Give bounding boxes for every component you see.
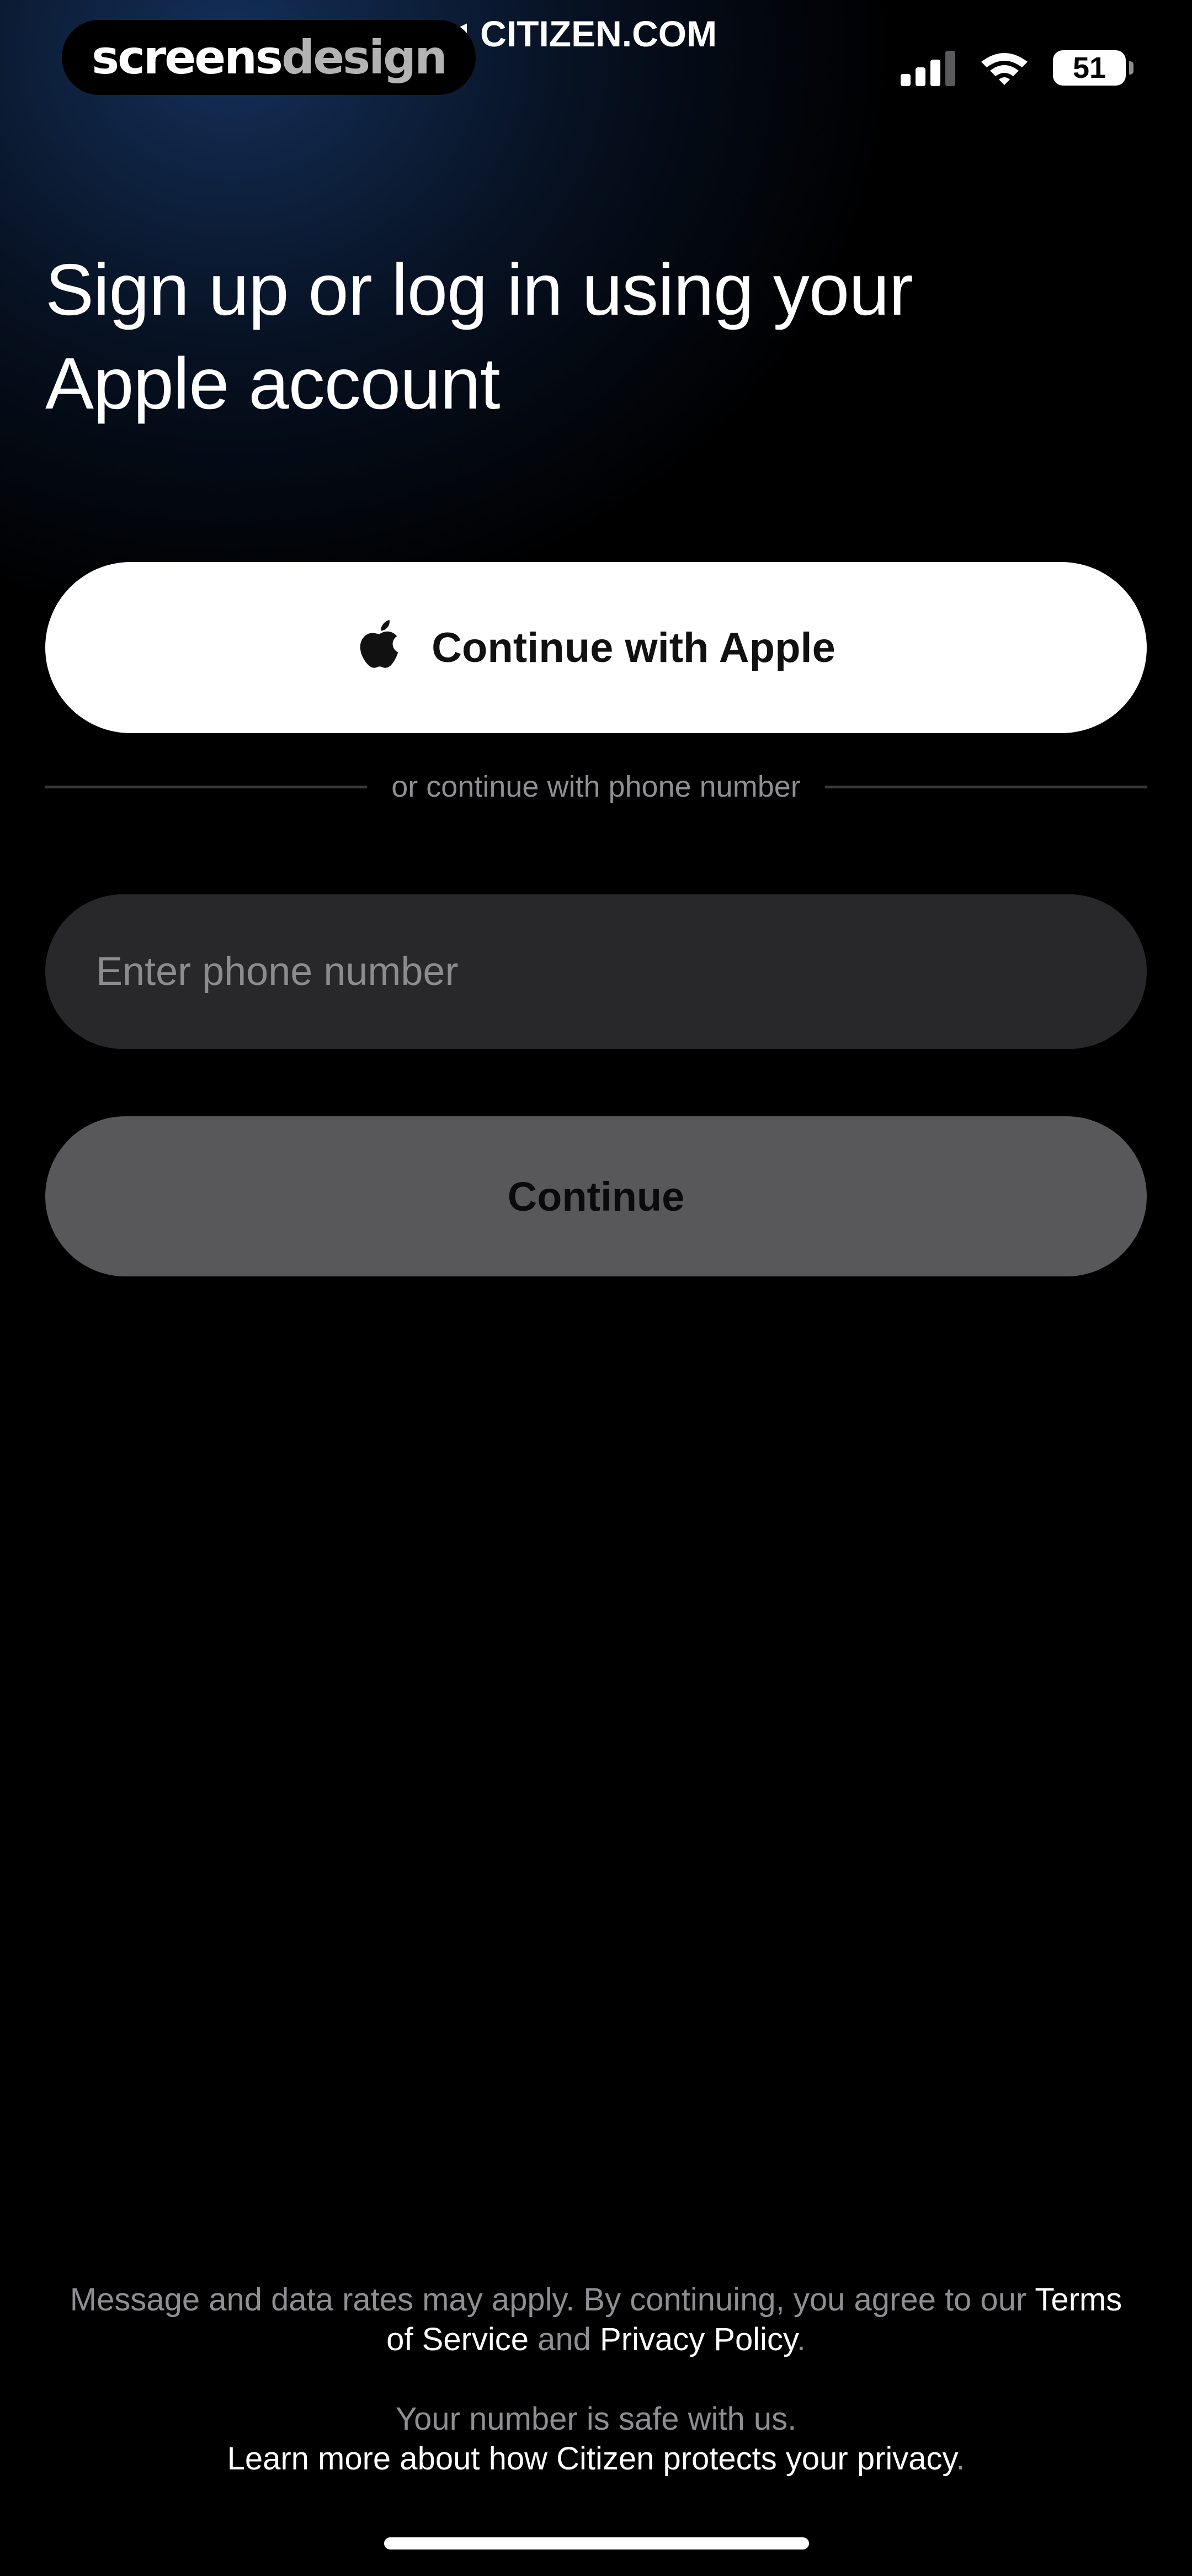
continue-with-apple-button[interactable]: Continue with Apple [45,562,1147,733]
divider-line-left [45,785,368,788]
legal-and-text: and [529,2321,600,2357]
screensdesign-watermark: screens design [62,20,476,95]
legal-period: . [796,2321,806,2357]
page-title: Sign up or log in using your Apple accou… [45,249,913,424]
battery-icon: 51 [1053,50,1134,86]
legal-disclaimer: Message and data rates may apply. By con… [55,2280,1137,2360]
or-divider: or continue with phone number [45,762,1147,812]
continue-button[interactable]: Continue [45,1116,1147,1276]
citizen-sign-in-screen: screensdesign ◀ CITIZEN.COM 51 Sign up o… [0,0,1192,2576]
continue-with-apple-label: Continue with Apple [432,624,836,671]
learn-more-privacy-link[interactable]: Learn more about how Citizen protects yo… [227,2441,956,2477]
legal-disclaimer-text: Message and data rates may apply. By con… [70,2282,1035,2318]
phone-number-field[interactable] [45,894,1147,1049]
watermark-secondary: design [281,30,448,84]
cellular-signal-icon [901,51,955,86]
wifi-icon [981,53,1028,85]
legal-notice: Message and data rates may apply. By con… [55,2280,1137,2479]
privacy-learn-more: Learn more about how Citizen protects yo… [55,2439,1137,2479]
status-indicators: 51 [901,43,1134,93]
watermark-primary: screens [92,30,283,84]
phone-number-input[interactable] [96,949,1089,994]
privacy-policy-link[interactable]: Privacy Policy [600,2321,797,2357]
back-to-citizen-link[interactable]: ◀ CITIZEN.COM [441,9,717,59]
apple-logo-icon [360,619,398,668]
battery-level: 51 [1072,51,1106,84]
home-indicator[interactable] [384,2537,809,2550]
number-safe-text: Your number is safe with us. [395,2401,797,2437]
carrier-label: CITIZEN.COM [480,13,717,54]
learn-more-period: . [956,2441,965,2477]
divider-text: or continue with phone number [391,770,801,803]
divider-line-right [824,785,1147,788]
